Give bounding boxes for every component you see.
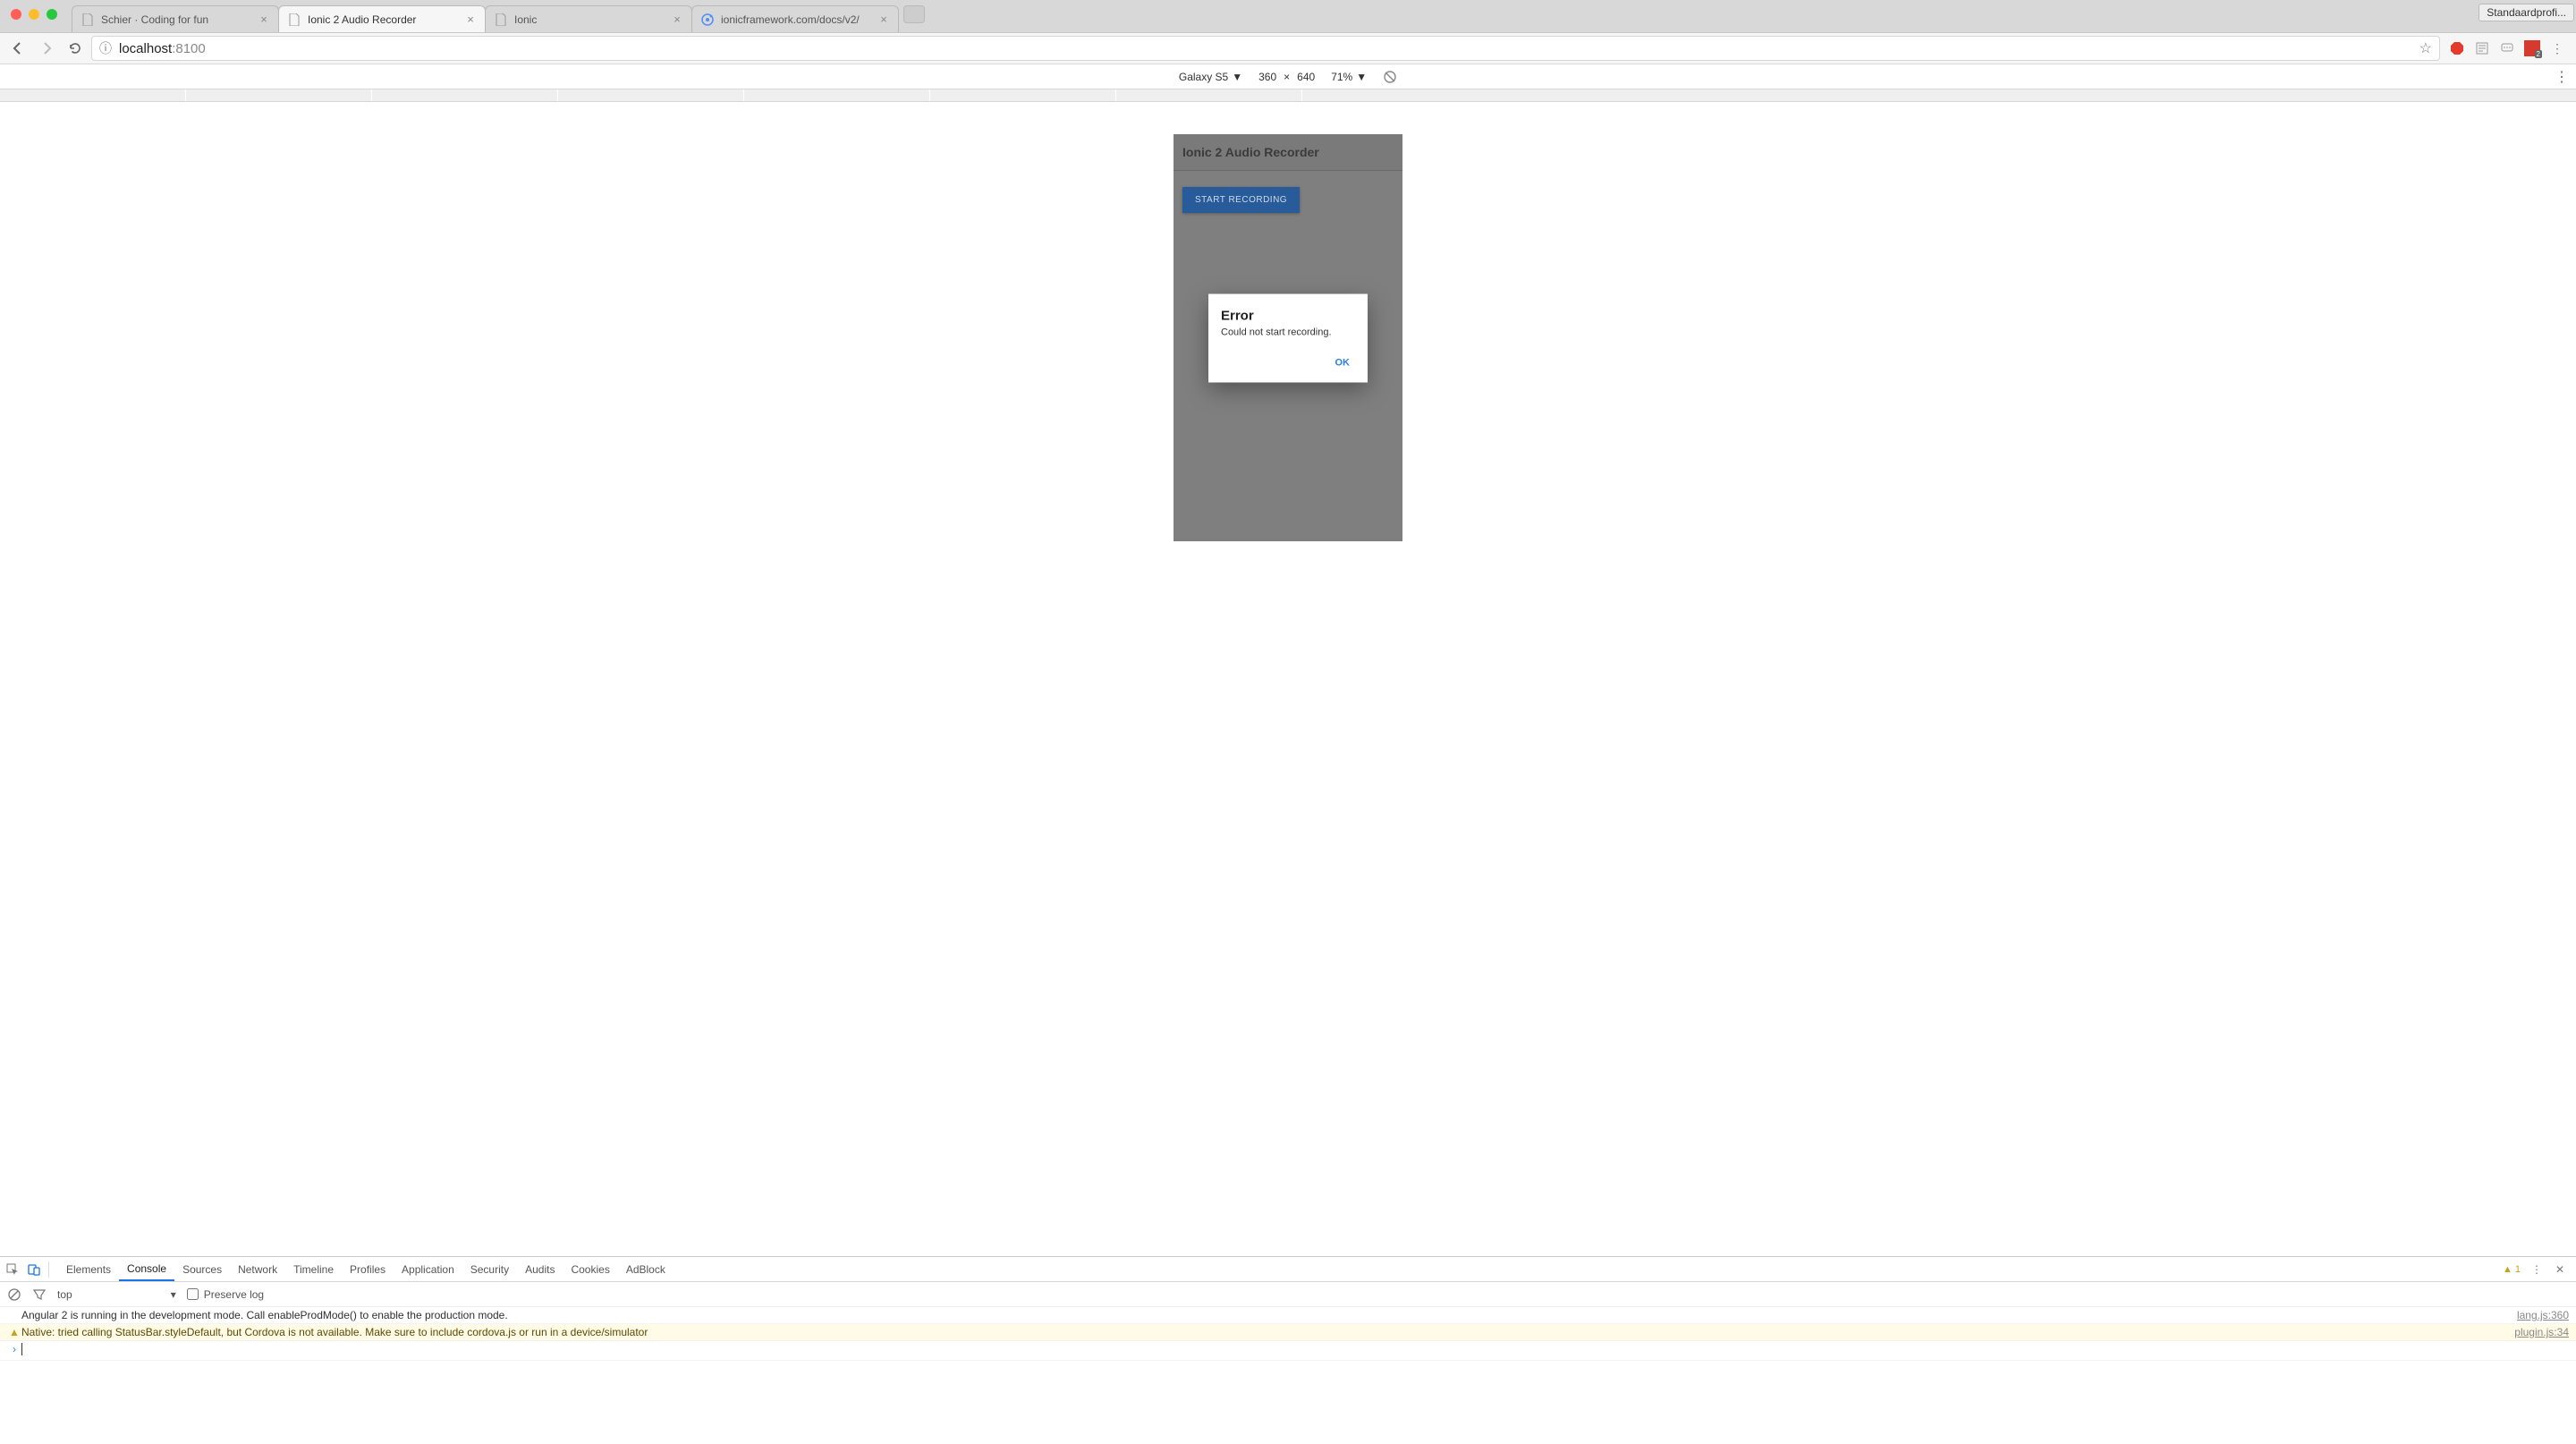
- toggle-device-icon[interactable]: [27, 1262, 41, 1277]
- page-icon: [495, 13, 507, 26]
- device-toolbar-menu-icon[interactable]: ⋮: [2555, 68, 2569, 86]
- browser-tab[interactable]: Schier · Coding for fun ×: [72, 5, 279, 32]
- rotate-icon[interactable]: [1383, 70, 1397, 84]
- ruler: [0, 89, 2576, 102]
- inspect-element-icon[interactable]: [5, 1262, 20, 1277]
- chevron-down-icon: ▼: [1356, 71, 1367, 83]
- console-line: ▲ Native: tried calling StatusBar.styleD…: [0, 1324, 2576, 1341]
- tab-title: Schier · Coding for fun: [101, 13, 251, 26]
- minimize-window-button[interactable]: [29, 9, 39, 20]
- warning-count-badge[interactable]: ▲1: [2503, 1264, 2521, 1275]
- devtools-tab-application[interactable]: Application: [394, 1257, 462, 1281]
- console-message: Native: tried calling StatusBar.styleDef…: [21, 1326, 2504, 1338]
- ionic-icon: [701, 13, 714, 26]
- dimension-separator: ×: [1284, 71, 1290, 83]
- extension-badge-icon[interactable]: 2: [2524, 40, 2540, 56]
- device-height[interactable]: 640: [1297, 71, 1315, 83]
- url-text: localhost:8100: [119, 41, 206, 56]
- console-prompt[interactable]: ›: [0, 1341, 2576, 1361]
- devtools-tab-security[interactable]: Security: [462, 1257, 517, 1281]
- devtools-tab-audits[interactable]: Audits: [517, 1257, 563, 1281]
- devtools-tab-network[interactable]: Network: [230, 1257, 285, 1281]
- devtools-tab-profiles[interactable]: Profiles: [342, 1257, 394, 1281]
- browser-tab[interactable]: ionicframework.com/docs/v2/ ×: [691, 5, 899, 32]
- new-tab-button[interactable]: [903, 5, 925, 23]
- browser-menu-icon[interactable]: ⋮: [2549, 40, 2565, 56]
- device-select[interactable]: Galaxy S5 ▼: [1179, 71, 1242, 83]
- device-toolbar: Galaxy S5 ▼ 360 × 640 71% ▼ ⋮: [0, 64, 2576, 89]
- preserve-log-checkbox[interactable]: Preserve log: [187, 1288, 264, 1301]
- devtools-tab-sources[interactable]: Sources: [174, 1257, 230, 1281]
- bookmark-star-icon[interactable]: ☆: [2419, 39, 2432, 57]
- close-tab-icon[interactable]: ×: [672, 14, 682, 25]
- close-window-button[interactable]: [11, 9, 21, 20]
- maximize-window-button[interactable]: [47, 9, 57, 20]
- context-value: top: [57, 1288, 72, 1301]
- warning-icon: ▲: [7, 1326, 21, 1338]
- page-icon: [81, 13, 94, 26]
- console-line: Angular 2 is running in the development …: [0, 1307, 2576, 1324]
- browser-tabs: Schier · Coding for fun × Ionic 2 Audio …: [72, 5, 925, 32]
- extension-icons: 2 ⋮: [2444, 40, 2571, 56]
- dialog-message: Could not start recording.: [1221, 327, 1355, 337]
- dialog-title: Error: [1221, 308, 1355, 323]
- url-host: localhost: [119, 41, 172, 56]
- device-name: Galaxy S5: [1179, 71, 1228, 83]
- console-source-link[interactable]: lang.js:360: [2517, 1309, 2569, 1321]
- context-select[interactable]: top ▾: [57, 1288, 176, 1301]
- address-bar[interactable]: ⓘ localhost:8100 ☆: [91, 36, 2440, 61]
- preserve-log-label: Preserve log: [204, 1288, 264, 1301]
- reload-button[interactable]: [63, 36, 88, 61]
- chevron-down-icon: ▼: [1232, 71, 1242, 83]
- device-viewport: Ionic 2 Audio Recorder START RECORDING E…: [0, 102, 2576, 1256]
- page-icon: [288, 13, 301, 26]
- preserve-log-input[interactable]: [187, 1288, 199, 1300]
- console-output: Angular 2 is running in the development …: [0, 1307, 2576, 1444]
- clear-console-icon[interactable]: [7, 1287, 21, 1302]
- window-controls: [11, 9, 57, 20]
- console-toolbar: top ▾ Preserve log: [0, 1282, 2576, 1307]
- chat-icon[interactable]: [2499, 40, 2515, 56]
- devtools-panel: Elements Console Sources Network Timelin…: [0, 1256, 2576, 1444]
- profile-button[interactable]: Standaardprofi...: [2479, 4, 2574, 21]
- tab-title: Ionic: [514, 13, 665, 26]
- forward-button[interactable]: [34, 36, 59, 61]
- browser-toolbar: ⓘ localhost:8100 ☆ 2 ⋮: [0, 32, 2576, 64]
- reader-icon[interactable]: [2474, 40, 2490, 56]
- device-width[interactable]: 360: [1258, 71, 1276, 83]
- close-tab-icon[interactable]: ×: [258, 14, 269, 25]
- devtools-close-icon[interactable]: ✕: [2553, 1262, 2567, 1277]
- device-dimensions: 360 × 640: [1258, 71, 1315, 83]
- devtools-tab-cookies[interactable]: Cookies: [563, 1257, 617, 1281]
- devtools-tab-timeline[interactable]: Timeline: [285, 1257, 342, 1281]
- warning-icon: ▲: [2503, 1264, 2512, 1275]
- dialog-ok-button[interactable]: OK: [1328, 352, 1358, 373]
- devtools-menu-icon[interactable]: ⋮: [2529, 1262, 2544, 1277]
- warning-count: 1: [2515, 1264, 2521, 1275]
- window-tab-strip: Schier · Coding for fun × Ionic 2 Audio …: [0, 0, 2576, 32]
- close-tab-icon[interactable]: ×: [878, 14, 889, 25]
- close-tab-icon[interactable]: ×: [465, 14, 476, 25]
- console-message: Angular 2 is running in the development …: [21, 1309, 2506, 1321]
- devtools-tab-console[interactable]: Console: [119, 1257, 174, 1281]
- zoom-select[interactable]: 71% ▼: [1331, 71, 1367, 83]
- browser-tab[interactable]: Ionic ×: [485, 5, 692, 32]
- zoom-value: 71%: [1331, 71, 1352, 83]
- url-port: :8100: [172, 41, 206, 56]
- device-frame: Ionic 2 Audio Recorder START RECORDING E…: [1174, 134, 1402, 541]
- site-info-icon[interactable]: ⓘ: [99, 39, 112, 57]
- back-button[interactable]: [5, 36, 30, 61]
- devtools-tabbar: Elements Console Sources Network Timelin…: [0, 1257, 2576, 1282]
- tab-title: ionicframework.com/docs/v2/: [721, 13, 871, 26]
- chevron-down-icon: ▾: [171, 1288, 176, 1301]
- console-source-link[interactable]: plugin.js:34: [2514, 1326, 2569, 1338]
- adblock-icon[interactable]: [2449, 40, 2465, 56]
- tab-title: Ionic 2 Audio Recorder: [308, 13, 458, 26]
- browser-tab[interactable]: Ionic 2 Audio Recorder ×: [278, 5, 486, 32]
- devtools-tab-adblock[interactable]: AdBlock: [618, 1257, 674, 1281]
- error-dialog: Error Could not start recording. OK: [1208, 293, 1368, 382]
- devtools-tab-elements[interactable]: Elements: [58, 1257, 119, 1281]
- filter-icon[interactable]: [32, 1287, 47, 1302]
